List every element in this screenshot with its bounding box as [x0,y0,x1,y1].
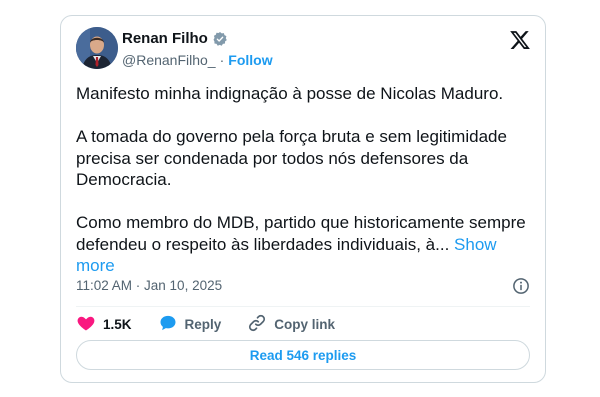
copy-link-button[interactable]: Copy link [247,313,335,336]
tweet-card: Renan Filho @RenanFilho_ · Follow Manife… [60,15,546,383]
info-icon[interactable] [512,277,530,295]
author-name-row: Renan Filho [122,30,228,47]
tweet-paragraph-3: Como membro do MDB, partido que historic… [76,212,532,277]
x-logo-icon[interactable] [509,29,531,51]
reply-label: Reply [184,316,222,332]
heart-icon [76,313,96,336]
divider [76,306,530,307]
copy-link-label: Copy link [274,316,336,332]
tweet-body: Manifesto minha indignação à posse de Ni… [76,83,532,277]
reply-bubble-icon [158,313,178,336]
author-name[interactable]: Renan Filho [122,30,208,47]
read-replies-label: Read 546 replies [249,347,357,363]
handle-row: @RenanFilho_ · Follow [122,52,273,68]
verified-badge-icon [212,31,228,47]
like-count: 1.5K [103,316,132,332]
read-replies-button[interactable]: Read 546 replies [76,340,530,370]
tweet-paragraph-1: Manifesto minha indignação à posse de Ni… [76,84,504,103]
action-bar: 1.5K Reply Copy link [76,314,361,334]
tweet-timestamp[interactable]: 11:02 AM · Jan 10, 2025 [76,278,222,293]
follow-button[interactable]: Follow [228,52,272,68]
avatar[interactable] [76,27,118,69]
like-button[interactable]: 1.5K [76,313,132,336]
tweet-paragraph-2: A tomada do governo pela força bruta e s… [76,127,507,189]
link-icon [247,313,267,336]
reply-button[interactable]: Reply [158,313,222,336]
author-handle[interactable]: @RenanFilho_ [122,52,216,68]
separator-dot: · [219,52,225,68]
